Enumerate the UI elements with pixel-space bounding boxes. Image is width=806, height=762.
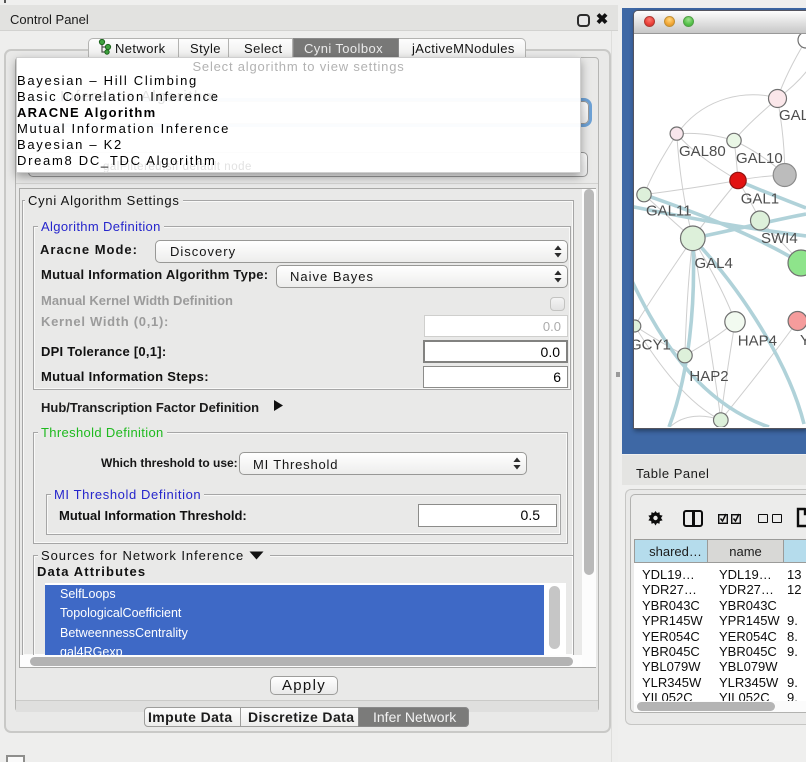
svg-text:HAP2: HAP2 [689,368,728,385]
svg-text:GAL11: GAL11 [646,202,692,219]
svg-text:HAP4: HAP4 [738,333,777,350]
svg-text:GAL: GAL [779,107,806,124]
svg-text:SWI4: SWI4 [761,230,798,247]
svg-text:GCY1: GCY1 [634,337,671,354]
svg-text:GAL10: GAL10 [736,150,783,167]
svg-text:GAL1: GAL1 [741,191,779,208]
svg-text:GAL4: GAL4 [695,255,733,272]
svg-text:GAL80: GAL80 [679,143,726,160]
svg-text:Y: Y [800,332,806,349]
